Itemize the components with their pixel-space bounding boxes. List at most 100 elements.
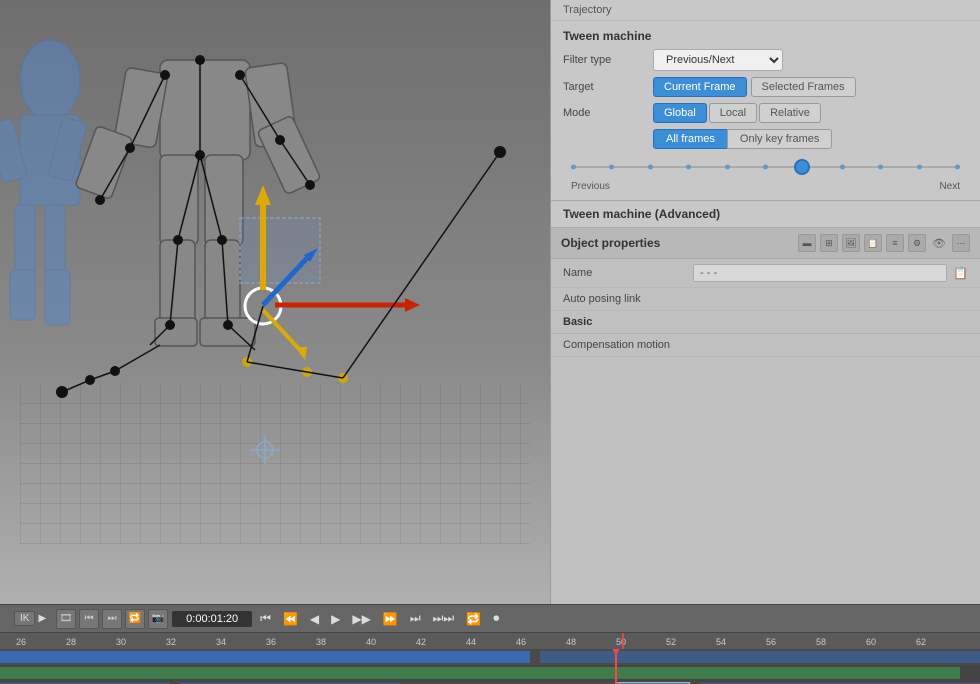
viewport: [0, 0, 550, 604]
obj-props-icon-minimize[interactable]: ▬: [798, 234, 816, 252]
mode-row: Mode Global Local Relative: [563, 103, 968, 123]
obj-props-icon-more[interactable]: ⋯: [952, 234, 970, 252]
tool-icon-loop[interactable]: 🔁: [125, 609, 145, 629]
svg-text:36: 36: [266, 637, 276, 647]
basic-section: Basic: [551, 311, 980, 334]
slider-prev-label: Previous: [571, 181, 610, 192]
svg-text:58: 58: [816, 637, 826, 647]
slider-dot: [609, 165, 614, 170]
svg-text:32: 32: [166, 637, 176, 647]
svg-text:60: 60: [866, 637, 876, 647]
name-copy-icon[interactable]: 📋: [953, 266, 968, 280]
svg-text:54: 54: [716, 637, 726, 647]
svg-text:38: 38: [316, 637, 326, 647]
transport-record[interactable]: ⏺: [489, 609, 503, 628]
svg-text:40: 40: [366, 637, 376, 647]
timeline-tracks: 8: [0, 649, 980, 684]
track-block-blue-2: [540, 651, 980, 663]
transport-bar: IK ▶ 🎞 ⏮ ⏭ 🔁 📷 0:00:01:20 ⏮ ⏪ ◀ ▶ ▶▶ ⏩ ⏭…: [0, 605, 980, 633]
slider-dot: [917, 165, 922, 170]
svg-text:34: 34: [216, 637, 226, 647]
transport-fast-fwd[interactable]: ⏭: [406, 609, 425, 628]
compensation-motion-label: Compensation motion: [563, 339, 693, 351]
obj-props-header: Object properties ▬ ⊞ 🖼 📋 ≡ ⚙ 👁 ⋯: [551, 228, 980, 259]
frames-row: All frames Only key frames: [563, 129, 968, 149]
timeline-playhead: [615, 649, 617, 684]
svg-text:30: 30: [116, 637, 126, 647]
svg-text:28: 28: [66, 637, 76, 647]
tool-icons-left: 🎞 ⏮ ⏭ 🔁 📷: [56, 609, 168, 629]
obj-props-icon-eye[interactable]: 👁: [930, 234, 948, 252]
timeline-ruler: 26 28 30 32 34 36 38 40 42 44 46 48 50 5…: [0, 633, 980, 649]
tween-machine-panel: Tween machine Filter type Previous/Next …: [551, 21, 980, 201]
svg-text:44: 44: [466, 637, 476, 647]
target-row: Target Current Frame Selected Frames: [563, 77, 968, 97]
filter-type-label: Filter type: [563, 54, 653, 66]
slider-dots: [571, 165, 960, 170]
transport-play[interactable]: ▶: [327, 610, 344, 628]
svg-text:46: 46: [516, 637, 526, 647]
current-frame-button[interactable]: Current Frame: [653, 77, 747, 97]
tool-icon-film[interactable]: 🎞: [56, 609, 76, 629]
auto-posing-link-label: Auto posing link: [563, 293, 693, 305]
obj-props-icon-layers[interactable]: ≡: [886, 234, 904, 252]
ruler-svg: 26 28 30 32 34 36 38 40 42 44 46 48 50 5…: [8, 633, 972, 649]
object-properties-panel: Object properties ▬ ⊞ 🖼 📋 ≡ ⚙ 👁 ⋯ Name -…: [551, 228, 980, 604]
name-value: - - -: [693, 264, 947, 282]
selected-frames-button[interactable]: Selected Frames: [751, 77, 856, 97]
tool-icon-next-frame[interactable]: ⏭: [102, 609, 122, 629]
obj-props-icon-clip[interactable]: 📋: [864, 234, 882, 252]
viewport-canvas: [0, 0, 550, 604]
ik-triangle: ▶: [38, 613, 46, 624]
transport-rewind[interactable]: ⏮: [256, 609, 275, 628]
mode-label: Mode: [563, 107, 653, 119]
auto-posing-link-row: Auto posing link: [551, 288, 980, 311]
transport-loop[interactable]: 🔁: [462, 610, 485, 628]
svg-text:56: 56: [766, 637, 776, 647]
ik-button[interactable]: IK: [14, 611, 35, 626]
character-skeleton: [0, 0, 540, 500]
transport-prev[interactable]: ◀: [306, 610, 323, 628]
slider-dot: [878, 165, 883, 170]
svg-text:26: 26: [16, 637, 26, 647]
only-key-frames-button[interactable]: Only key frames: [727, 129, 832, 149]
mode-relative-button[interactable]: Relative: [759, 103, 821, 123]
transport-next-key[interactable]: ⏩: [379, 610, 402, 628]
obj-props-icon-settings[interactable]: ⚙: [908, 234, 926, 252]
tool-icon-camera[interactable]: 📷: [148, 609, 168, 629]
track-row-1: [0, 649, 980, 665]
track-block-blue-1: [0, 651, 530, 663]
compensation-motion-row: Compensation motion: [551, 334, 980, 357]
svg-text:52: 52: [666, 637, 676, 647]
slider-labels: Previous Next: [563, 181, 968, 192]
all-frames-button[interactable]: All frames: [653, 129, 728, 149]
mode-local-button[interactable]: Local: [709, 103, 757, 123]
obj-props-icon-grid[interactable]: ⊞: [820, 234, 838, 252]
trajectory-label: Trajectory: [551, 0, 980, 21]
ik-btn-area: IK ▶: [8, 611, 52, 626]
transport-end[interactable]: ⏭⏭: [429, 609, 459, 628]
svg-text:62: 62: [916, 637, 926, 647]
slider-next-label: Next: [939, 181, 960, 192]
tween-machine-title: Tween machine: [563, 29, 968, 43]
obj-props-title: Object properties: [561, 236, 794, 250]
svg-text:48: 48: [566, 637, 576, 647]
bottom-bar: IK ▶ 🎞 ⏮ ⏭ 🔁 📷 0:00:01:20 ⏮ ⏪ ◀ ▶ ▶▶ ⏩ ⏭…: [0, 604, 980, 684]
right-panel: Trajectory Tween machine Filter type Pre…: [550, 0, 980, 604]
track-row-2: [0, 665, 980, 681]
slider-dot: [725, 165, 730, 170]
transport-next[interactable]: ▶▶: [348, 610, 374, 628]
filter-type-select[interactable]: Previous/Next: [653, 49, 783, 71]
slider-dot: [763, 165, 768, 170]
tween-slider-container: [563, 155, 968, 179]
transport-prev-key[interactable]: ⏪: [279, 610, 302, 628]
tool-icon-prev-frame[interactable]: ⏮: [79, 609, 99, 629]
mode-global-button[interactable]: Global: [653, 103, 707, 123]
name-label: Name: [563, 267, 693, 279]
slider-dot: [955, 165, 960, 170]
track-block-green: [0, 667, 960, 679]
filter-type-row: Filter type Previous/Next: [563, 49, 968, 71]
tween-slider-thumb[interactable]: [794, 159, 810, 175]
obj-props-icon-image[interactable]: 🖼: [842, 234, 860, 252]
tween-advanced-title: Tween machine (Advanced): [551, 201, 980, 228]
